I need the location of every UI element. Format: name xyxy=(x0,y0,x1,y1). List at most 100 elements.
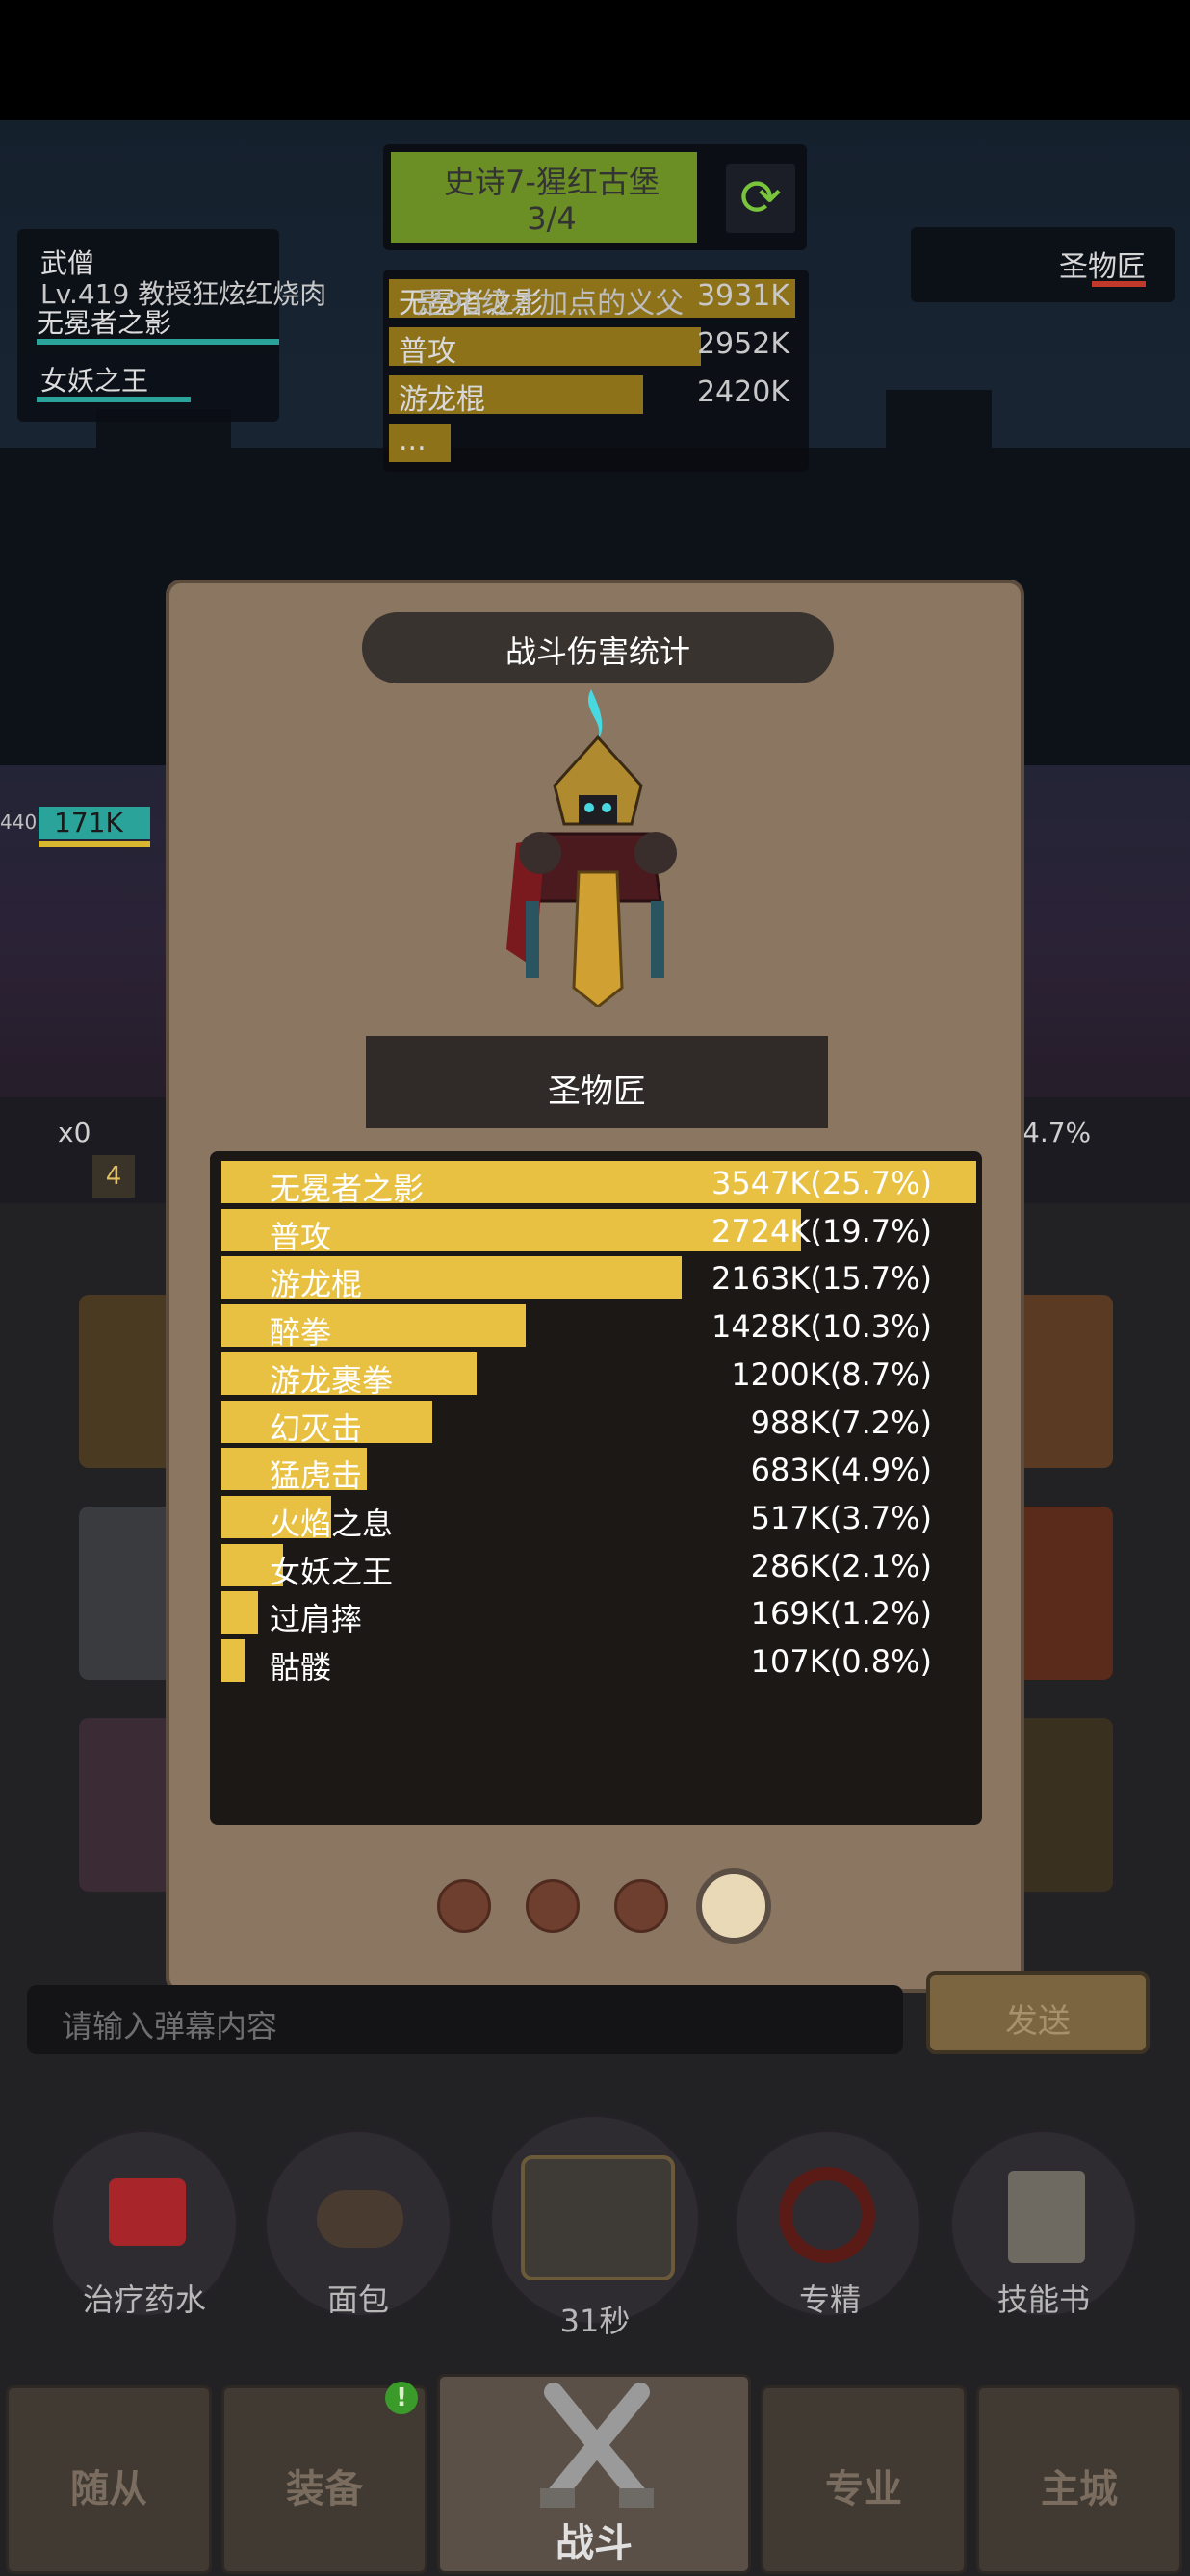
stage-title: 史诗7-猩红古堡 xyxy=(444,164,660,200)
damage-stat-row: 过肩摔 169K(1.2%) xyxy=(221,1591,976,1637)
damage-bar xyxy=(221,1304,526,1348)
chest-graphic xyxy=(521,2155,675,2280)
book-graphic xyxy=(1008,2171,1085,2263)
damage-value: 1428K(10.3%) xyxy=(711,1308,932,1346)
hp-readout: 171K xyxy=(54,807,123,838)
skill-name: 游龙棍 xyxy=(399,383,485,417)
danmaku-placeholder: 请输入弹幕内容 xyxy=(62,2008,278,2045)
skill-name: 猛虎击 xyxy=(270,1457,363,1495)
skill-name: 骷髅 xyxy=(270,1649,332,1686)
bread-graphic xyxy=(317,2190,403,2248)
page-dot[interactable] xyxy=(614,1879,668,1933)
nav-tab-label: 主城 xyxy=(1041,2467,1118,2512)
damage-value: 3931K xyxy=(696,279,789,313)
skill-name: 女妖之王 xyxy=(270,1553,394,1590)
danmaku-input[interactable]: 请输入弹幕内容 xyxy=(27,1985,903,2054)
damage-stat-row: 游龙棍 2163K(15.7%) xyxy=(221,1256,976,1302)
damage-stat-row: 醉拳 1428K(10.3%) xyxy=(221,1304,976,1351)
damage-value: 2724K(19.7%) xyxy=(711,1212,932,1249)
skill-name: 游龙裹拳 xyxy=(270,1361,394,1399)
chat-overlay-text: 是90级才加点的义父 xyxy=(416,287,685,321)
skill-name: 过肩摔 xyxy=(270,1601,363,1638)
nav-tab-battle[interactable]: 战斗 xyxy=(437,2374,751,2574)
quick-item-label: 面包 xyxy=(326,2281,389,2318)
nav-tab-label: 专业 xyxy=(825,2467,902,2512)
hp-bar xyxy=(37,339,279,345)
energy-bar xyxy=(39,841,150,847)
damage-value: 3547K(25.7%) xyxy=(711,1165,932,1201)
nav-tab-profession[interactable]: 专业 xyxy=(761,2385,967,2574)
spec-graphic xyxy=(779,2167,875,2263)
damage-summary-panel[interactable]: 无冕者之影 是90级才加点的义父 3931K 普攻 2952K 游龙棍 2420… xyxy=(383,270,809,472)
damage-stat-row: 无冕者之影 3547K(25.7%) xyxy=(221,1161,976,1207)
damage-value: 107K(0.8%) xyxy=(750,1643,932,1680)
team-info-panel[interactable]: 武僧 Lv.419 教授狂炫红烧肉 无冕者之影 女妖之王 xyxy=(17,229,326,422)
skill-name: 游龙棍 xyxy=(270,1266,363,1303)
nav-tab-label: 装备 xyxy=(286,2467,363,2512)
skill-name: 幻灭击 xyxy=(270,1409,363,1447)
page-dot[interactable] xyxy=(696,1868,771,1944)
damage-value: 517K(3.7%) xyxy=(750,1499,932,1536)
page-dot[interactable] xyxy=(437,1879,491,1933)
damage-summary-row: 游龙棍 2420K xyxy=(389,372,803,417)
boss-hp-bar xyxy=(1092,281,1146,287)
skill-name: ... xyxy=(399,424,427,457)
potion-graphic xyxy=(109,2178,186,2246)
damage-stat-row: 游龙裹拳 1200K(8.7%) xyxy=(221,1352,976,1399)
nav-tab-label: 战斗 xyxy=(556,2521,633,2565)
notification-badge: ! xyxy=(385,2382,418,2414)
damage-stat-row: 女妖之王 286K(2.1%) xyxy=(221,1543,976,1590)
multiplier: x0 xyxy=(58,1117,91,1148)
refresh-icon[interactable]: ⟳ xyxy=(726,164,795,233)
damage-value: 2420K xyxy=(696,375,789,409)
nav-tab-main-city[interactable]: 主城 xyxy=(976,2385,1182,2574)
damage-stats-modal: 战斗伤害统计 圣物匠 无冕者之影 3547K(25.7%) 普攻 2724K(19.7… xyxy=(166,580,1024,1993)
damage-stat-row: 火焰之息 517K(3.7%) xyxy=(221,1495,976,1542)
boss-tag[interactable]: 圣物匠 xyxy=(911,227,1175,302)
damage-stat-row: 猛虎击 683K(4.9%) xyxy=(221,1448,976,1494)
damage-stat-row: 幻灭击 988K(7.2%) xyxy=(221,1400,976,1447)
damage-stats-list: 无冕者之影 3547K(25.7%) 普攻 2724K(19.7%) 游龙棍 2163K(… xyxy=(210,1151,982,1825)
character-portrait xyxy=(506,689,677,1007)
modal-title-bar: 战斗伤害统计 xyxy=(362,612,834,683)
skill-name: 女妖之王 xyxy=(40,365,149,397)
skill-name: 无冕者之影 xyxy=(270,1171,425,1207)
skill-name: 普攻 xyxy=(399,335,456,369)
quick-item-label: 治疗药水 xyxy=(82,2281,206,2318)
damage-value: 2952K xyxy=(696,327,789,361)
nav-tab-followers[interactable]: 随从 xyxy=(6,2385,212,2574)
damage-stat-row: 骷髅 107K(0.8%) xyxy=(221,1639,976,1686)
page-dot[interactable] xyxy=(526,1879,580,1933)
damage-value: 2163K(15.7%) xyxy=(711,1260,932,1298)
treasure-chest-icon[interactable] xyxy=(489,2114,701,2326)
level-badge: 4 xyxy=(92,1155,135,1198)
percent-readout: 4.7% xyxy=(1022,1117,1092,1148)
send-button-label: 发送 xyxy=(1005,2002,1071,2041)
damage-summary-row: 普攻 2952K xyxy=(389,323,803,369)
skill-name: 普攻 xyxy=(270,1218,332,1255)
castle-tower xyxy=(886,390,992,496)
damage-value: 286K(2.1%) xyxy=(750,1547,932,1584)
damage-value: 169K(1.2%) xyxy=(750,1595,932,1633)
send-button[interactable]: 发送 xyxy=(926,1971,1150,2054)
crossed-swords-icon xyxy=(540,2383,654,2508)
quick-item-label: 专精 xyxy=(798,2281,861,2318)
damage-bar xyxy=(221,1639,245,1682)
chest-timer: 31秒 xyxy=(559,2303,631,2339)
damage-value: 683K(4.9%) xyxy=(750,1452,932,1489)
boss-name: 圣物匠 xyxy=(1059,250,1146,284)
damage-summary-row: ... xyxy=(389,420,803,462)
damage-value: 988K(7.2%) xyxy=(750,1404,932,1441)
character-name: 圣物匠 xyxy=(548,1072,646,1111)
stage-indicator[interactable]: 史诗7-猩红古堡 3/4 ⟳ xyxy=(383,144,807,250)
hp-readout-small: 440 xyxy=(0,811,38,834)
hp-bar xyxy=(37,397,191,402)
damage-bar xyxy=(221,1591,258,1635)
character-name-box: 圣物匠 xyxy=(366,1036,828,1128)
modal-title: 战斗伤害统计 xyxy=(504,633,690,670)
quick-item-label: 技能书 xyxy=(996,2281,1090,2318)
damage-summary-row: 无冕者之影 是90级才加点的义父 3931K xyxy=(389,275,803,321)
skill-name: 无冕者之影 xyxy=(37,307,172,339)
damage-stat-row: 普攻 2724K(19.7%) xyxy=(221,1208,976,1255)
skill-name: 火焰之息 xyxy=(270,1505,394,1542)
